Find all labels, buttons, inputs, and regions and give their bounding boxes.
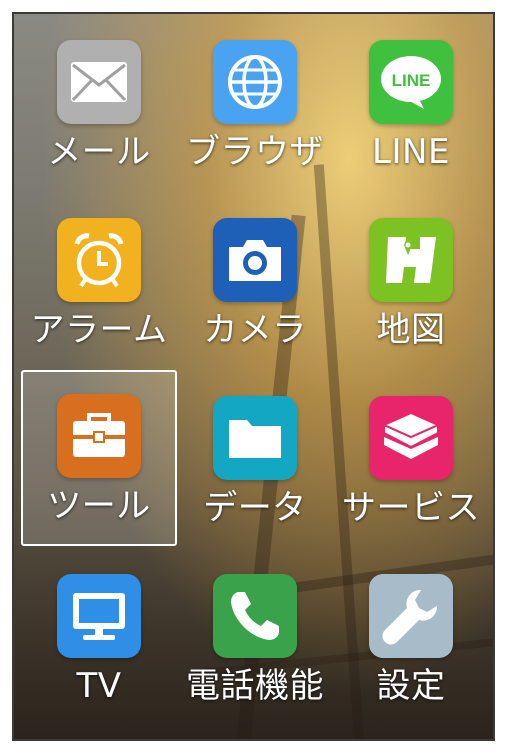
toolbox-icon bbox=[57, 394, 141, 478]
app-label: メール bbox=[47, 132, 151, 172]
line-icon: LINE bbox=[369, 40, 453, 124]
app-label: TV bbox=[76, 666, 122, 706]
app-line[interactable]: LINE LINE bbox=[333, 14, 489, 190]
app-grid: メール ブラウザ LINE LINE アラーム カメラ 地図 ツール データ サ… bbox=[14, 14, 493, 739]
app-label: ツール bbox=[47, 486, 151, 526]
app-data[interactable]: データ bbox=[177, 370, 333, 546]
app-tv[interactable]: TV bbox=[21, 548, 177, 724]
app-label: データ bbox=[203, 488, 307, 528]
app-label: カメラ bbox=[203, 310, 307, 350]
app-camera[interactable]: カメラ bbox=[177, 192, 333, 368]
layers-icon bbox=[369, 396, 453, 480]
app-browser[interactable]: ブラウザ bbox=[177, 14, 333, 190]
mail-icon bbox=[57, 40, 141, 124]
line-logo-text: LINE bbox=[392, 71, 431, 90]
globe-icon bbox=[213, 40, 297, 124]
phone-icon bbox=[213, 574, 297, 658]
camera-icon bbox=[213, 218, 297, 302]
alarm-clock-icon bbox=[57, 218, 141, 302]
app-label: 設定 bbox=[376, 666, 446, 706]
folder-icon bbox=[213, 396, 297, 480]
app-mail[interactable]: メール bbox=[21, 14, 177, 190]
app-settings[interactable]: 設定 bbox=[333, 548, 489, 724]
app-map[interactable]: 地図 bbox=[333, 192, 489, 368]
home-screen: メール ブラウザ LINE LINE アラーム カメラ 地図 ツール データ サ… bbox=[12, 12, 495, 741]
app-label: 地図 bbox=[376, 310, 446, 350]
app-label: ブラウザ bbox=[186, 132, 324, 172]
app-label: アラーム bbox=[30, 310, 168, 350]
tv-icon bbox=[57, 574, 141, 658]
app-phone[interactable]: 電話機能 bbox=[177, 548, 333, 724]
wrench-icon bbox=[369, 574, 453, 658]
app-label: LINE bbox=[372, 132, 450, 172]
app-alarm[interactable]: アラーム bbox=[21, 192, 177, 368]
map-icon bbox=[369, 218, 453, 302]
app-label: サービス bbox=[342, 488, 480, 528]
app-label: 電話機能 bbox=[186, 666, 324, 706]
app-services[interactable]: サービス bbox=[333, 370, 489, 546]
app-tools[interactable]: ツール bbox=[21, 370, 177, 546]
